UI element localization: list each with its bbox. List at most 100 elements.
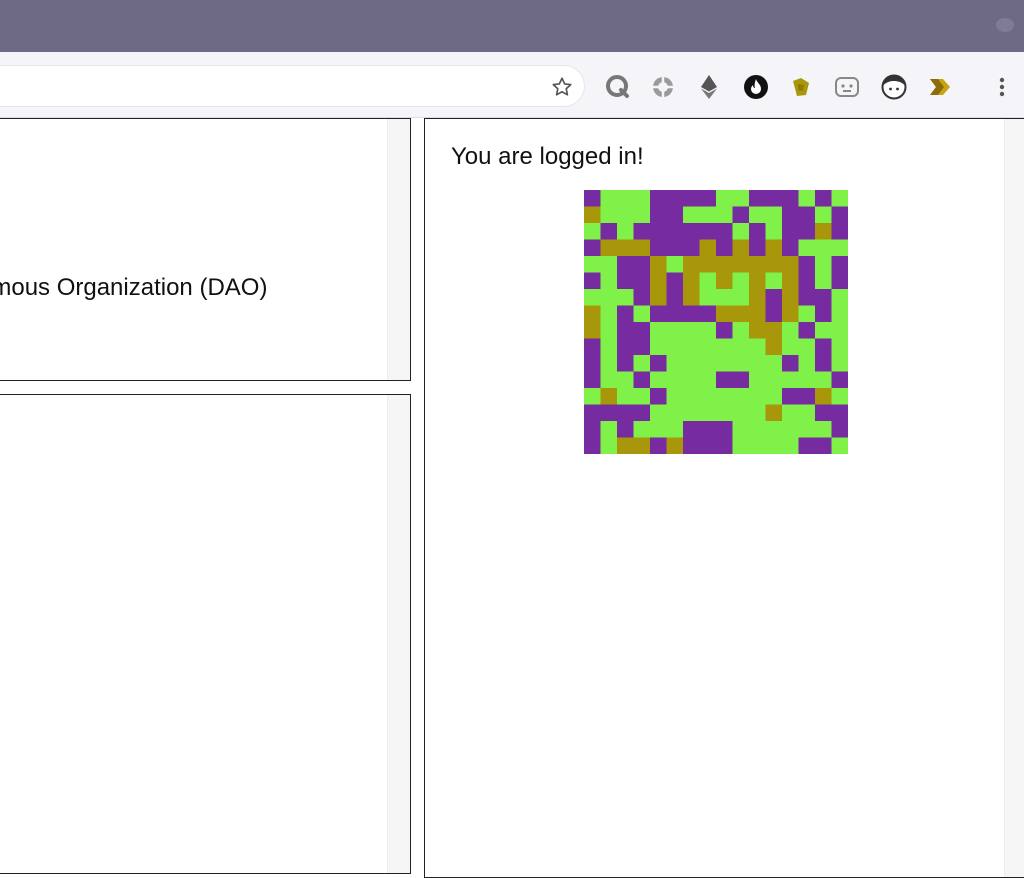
identicon-cell bbox=[716, 404, 733, 421]
identicon-cell bbox=[732, 404, 749, 421]
identicon-cell bbox=[732, 305, 749, 322]
identicon-cell bbox=[732, 256, 749, 273]
identicon-cell bbox=[617, 289, 634, 306]
identicon-cell bbox=[666, 322, 683, 339]
identicon-cell bbox=[683, 371, 700, 388]
identicon-cell bbox=[584, 371, 601, 388]
dao-info-panel bbox=[0, 118, 411, 381]
identicon-cell bbox=[716, 355, 733, 372]
identicon-cell bbox=[716, 421, 733, 438]
arrow-tag-extension-icon[interactable] bbox=[925, 72, 955, 102]
identicon-cell bbox=[683, 190, 700, 207]
identicon-cell bbox=[749, 223, 766, 240]
identicon-cell bbox=[650, 239, 667, 256]
identicon-cell bbox=[683, 421, 700, 438]
identicon-cell bbox=[617, 355, 634, 372]
identicon-cell bbox=[600, 388, 617, 405]
identicon-cell bbox=[683, 272, 700, 289]
identicon-cell bbox=[683, 239, 700, 256]
identicon-cell bbox=[584, 305, 601, 322]
identicon-cell bbox=[749, 371, 766, 388]
identicon-cell bbox=[683, 206, 700, 223]
identicon-cell bbox=[765, 289, 782, 306]
identicon-cell bbox=[732, 223, 749, 240]
identicon-cell bbox=[666, 437, 683, 454]
identicon-cell bbox=[633, 206, 650, 223]
bookmark-star-icon[interactable] bbox=[547, 72, 577, 102]
identicon-cell bbox=[831, 404, 848, 421]
puzzle-extension-icon[interactable] bbox=[786, 72, 816, 102]
identicon-cell bbox=[765, 206, 782, 223]
identicon-cell bbox=[798, 338, 815, 355]
identicon-cell bbox=[798, 322, 815, 339]
identicon-cell bbox=[584, 223, 601, 240]
identicon-cell bbox=[666, 305, 683, 322]
identicon-cell bbox=[633, 289, 650, 306]
identicon-cell bbox=[584, 322, 601, 339]
identicon-cell bbox=[650, 272, 667, 289]
identicon-cell bbox=[699, 338, 716, 355]
crosshair-extension-icon[interactable] bbox=[648, 72, 678, 102]
identicon-cell bbox=[650, 421, 667, 438]
identicon-cell bbox=[633, 223, 650, 240]
identicon-cell bbox=[683, 322, 700, 339]
identicon-cell bbox=[584, 256, 601, 273]
identicon-cell bbox=[650, 371, 667, 388]
identicon-cell bbox=[699, 371, 716, 388]
identicon-cell bbox=[650, 322, 667, 339]
identicon-cell bbox=[798, 190, 815, 207]
identicon-cell bbox=[732, 322, 749, 339]
identicon-cell bbox=[732, 289, 749, 306]
identicon-cell bbox=[749, 272, 766, 289]
identicon-cell bbox=[749, 305, 766, 322]
identicon-cell bbox=[584, 239, 601, 256]
identicon-cell bbox=[815, 206, 832, 223]
identicon-cell bbox=[584, 206, 601, 223]
identicon-cell bbox=[716, 305, 733, 322]
face-extension-icon[interactable] bbox=[879, 72, 909, 102]
identicon-cell bbox=[831, 305, 848, 322]
identicon-cell bbox=[650, 388, 667, 405]
identicon-cell bbox=[798, 437, 815, 454]
identicon-cell bbox=[732, 338, 749, 355]
identicon-cell bbox=[633, 355, 650, 372]
q-extension-icon[interactable] bbox=[603, 72, 633, 102]
identicon-cell bbox=[782, 239, 799, 256]
identicon-cell bbox=[633, 388, 650, 405]
identicon-cell bbox=[798, 272, 815, 289]
identicon-cell bbox=[815, 338, 832, 355]
identicon-cell bbox=[584, 190, 601, 207]
identicon-cell bbox=[699, 437, 716, 454]
window-control[interactable] bbox=[996, 18, 1014, 32]
identicon-cell bbox=[716, 371, 733, 388]
identicon-cell bbox=[584, 272, 601, 289]
identicon-cell bbox=[650, 223, 667, 240]
identicon-cell bbox=[765, 404, 782, 421]
panel-scrollbar[interactable] bbox=[1004, 119, 1024, 877]
identicon-cell bbox=[798, 239, 815, 256]
ethereum-extension-icon[interactable] bbox=[694, 72, 724, 102]
identicon-cell bbox=[683, 256, 700, 273]
identicon-cell bbox=[600, 289, 617, 306]
identicon-cell bbox=[765, 355, 782, 372]
kebab-menu-icon[interactable] bbox=[990, 72, 1014, 102]
identicon-cell bbox=[699, 305, 716, 322]
identicon-cell bbox=[716, 338, 733, 355]
identicon-cell bbox=[749, 388, 766, 405]
identicon-cell bbox=[683, 223, 700, 240]
panel-scrollbar[interactable] bbox=[387, 395, 410, 873]
address-bar[interactable] bbox=[0, 66, 584, 106]
identicon-cell bbox=[600, 272, 617, 289]
identicon-cell bbox=[617, 371, 634, 388]
identicon-cell bbox=[666, 289, 683, 306]
identicon-cell bbox=[782, 388, 799, 405]
identicon-cell bbox=[584, 421, 601, 438]
identicon-cell bbox=[699, 223, 716, 240]
robot-face-extension-icon[interactable] bbox=[832, 72, 862, 102]
identicon-cell bbox=[749, 421, 766, 438]
identicon-cell bbox=[617, 404, 634, 421]
panel-scrollbar[interactable] bbox=[387, 119, 410, 380]
identicon-cell bbox=[617, 388, 634, 405]
flame-extension-icon[interactable] bbox=[741, 72, 771, 102]
identicon-cell bbox=[765, 322, 782, 339]
